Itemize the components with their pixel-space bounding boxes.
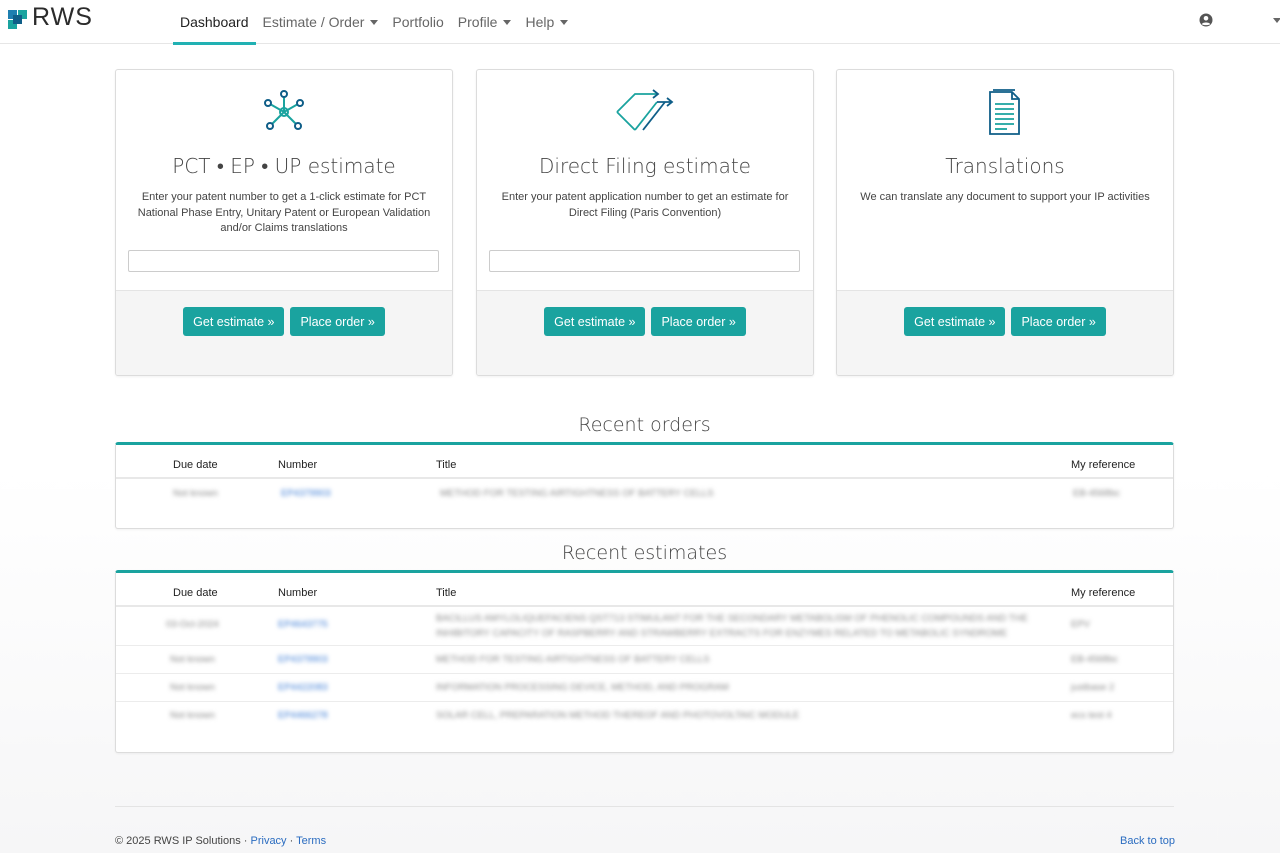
table-row[interactable]: Not known EP4466278 SOLAR CELL, PREPARAT… (116, 702, 1173, 730)
column-header[interactable]: Due date (173, 587, 218, 599)
due-date: 03-Oct-2024 (166, 619, 219, 630)
card-translations: Translations We can translate any docume… (836, 69, 1174, 376)
nav-portfolio[interactable]: Portfolio (385, 0, 450, 44)
card-title: Direct Filing estimate (538, 154, 751, 178)
column-header[interactable]: My reference (1071, 459, 1135, 471)
chevron-down-icon (503, 19, 512, 25)
card-title: PCT • EP • UP estimate (172, 154, 396, 178)
nav-dashboard-label: Dashboard (180, 14, 249, 30)
due-date: Not known (173, 488, 218, 499)
patent-title: SOLAR CELL, PREPARATION METHOD THEREOF A… (436, 710, 800, 721)
patent-title: METHOD FOR TESTING AIRTIGHTNESS OF BATTE… (436, 654, 710, 665)
place-order-button[interactable]: Place order » (1011, 307, 1106, 336)
patent-title: INFORMATION PROCESSING DEVICE, METHOD, A… (436, 682, 729, 693)
user-circle-icon[interactable] (1199, 13, 1213, 27)
table-header: Due date Number Title My reference (116, 445, 1173, 479)
recent-orders-table: Due date Number Title My reference Not k… (115, 442, 1174, 529)
copyright-text: © 2025 RWS IP Solutions · (115, 835, 251, 847)
privacy-link[interactable]: Privacy (251, 835, 287, 847)
patent-number-input[interactable] (128, 250, 439, 272)
column-header[interactable]: Due date (173, 459, 218, 471)
column-header[interactable]: Number (278, 459, 317, 471)
rws-logo-mark-icon (8, 8, 28, 29)
card-direct-filing: Direct Filing estimate Enter your patent… (476, 69, 814, 376)
patent-number-link[interactable]: EP4422083 (278, 682, 328, 693)
nav-help[interactable]: Help (518, 0, 575, 44)
nav-portfolio-label: Portfolio (392, 14, 444, 30)
chevron-down-icon (560, 19, 569, 25)
my-reference: justbase 2 (1071, 682, 1115, 693)
patent-title: METHOD FOR TESTING AIRTIGHTNESS OF BATTE… (440, 488, 714, 499)
due-date: Not known (170, 682, 215, 693)
network-hub-icon (264, 90, 304, 130)
due-date: Not known (170, 710, 215, 721)
place-order-button[interactable]: Place order » (290, 307, 385, 336)
nav-dashboard[interactable]: Dashboard (173, 0, 256, 45)
terms-link[interactable]: Terms (296, 835, 326, 847)
table-row[interactable]: Not known EP4379903 METHOD FOR TESTING A… (116, 479, 1173, 509)
footer-copyright: © 2025 RWS IP Solutions · Privacy · Term… (115, 835, 326, 847)
application-number-input[interactable] (489, 250, 800, 272)
user-menu-chevron-down-icon[interactable] (1273, 18, 1280, 23)
footer-separator: · (286, 835, 297, 847)
brand-name: RWS (32, 3, 93, 31)
card-footer: Get estimate » Place order » (837, 290, 1173, 375)
column-header[interactable]: Number (278, 587, 317, 599)
direct-filing-arrows-icon (616, 89, 674, 131)
card-description: We can translate any document to support… (860, 191, 1150, 203)
card-pct-ep-up: PCT • EP • UP estimate Enter your patent… (115, 69, 453, 376)
column-header[interactable]: Title (436, 587, 456, 599)
nav-estimate-order-label: Estimate / Order (262, 14, 365, 30)
nav-profile-label: Profile (457, 14, 498, 30)
get-estimate-button[interactable]: Get estimate » (183, 307, 285, 336)
table-row[interactable]: 03-Oct-2024 EP4643775 BACILLUS AMYLOLIQU… (116, 607, 1173, 646)
chevron-down-icon (370, 19, 379, 25)
rws-logo[interactable]: RWS (8, 3, 93, 32)
top-navbar: RWS Dashboard Estimate / Order Portfolio… (0, 0, 1280, 45)
card-description: Enter your patent number to get a 1-clic… (137, 191, 431, 234)
column-header[interactable]: My reference (1071, 587, 1135, 599)
recent-estimates-table: Due date Number Title My reference 03-Oc… (115, 570, 1174, 753)
get-estimate-button[interactable]: Get estimate » (544, 307, 646, 336)
patent-number-link[interactable]: EP4466278 (278, 710, 328, 721)
back-to-top-link[interactable]: Back to top (1120, 835, 1175, 847)
patent-title: BACILLUS AMYLOLIQUEFACIENS QST713 STIMUL… (436, 613, 1028, 639)
card-footer: Get estimate » Place order » (116, 290, 452, 375)
patent-number-link[interactable]: EP4379903 (281, 488, 331, 499)
document-icon (989, 89, 1020, 135)
patent-number-link[interactable]: EP4643775 (278, 619, 328, 630)
main-nav: Dashboard Estimate / Order Portfolio Pro… (173, 0, 575, 45)
card-description: Enter your patent application number to … (501, 191, 789, 219)
nav-help-label: Help (525, 14, 555, 30)
my-reference: EB-4568bc (1073, 488, 1121, 499)
card-footer: Get estimate » Place order » (477, 290, 813, 375)
due-date: Not known (170, 654, 215, 665)
nav-profile[interactable]: Profile (451, 0, 519, 44)
place-order-button[interactable]: Place order » (651, 307, 746, 336)
nav-estimate-order[interactable]: Estimate / Order (256, 0, 386, 44)
footer-divider (115, 806, 1174, 807)
get-estimate-button[interactable]: Get estimate » (904, 307, 1006, 336)
my-reference: ecs test 4 (1071, 710, 1112, 721)
recent-orders-title: Recent orders (578, 414, 711, 436)
my-reference: EB-4568bc (1071, 654, 1119, 665)
card-title: Translations (945, 154, 1065, 178)
patent-number-link[interactable]: EP4379903 (278, 654, 328, 665)
column-header[interactable]: Title (436, 459, 456, 471)
my-reference: EPV (1071, 619, 1091, 630)
table-row[interactable]: Not known EP4422083 INFORMATION PROCESSI… (116, 674, 1173, 702)
table-header: Due date Number Title My reference (116, 573, 1173, 607)
recent-estimates-title: Recent estimates (561, 542, 728, 564)
table-row[interactable]: Not known EP4379903 METHOD FOR TESTING A… (116, 646, 1173, 674)
